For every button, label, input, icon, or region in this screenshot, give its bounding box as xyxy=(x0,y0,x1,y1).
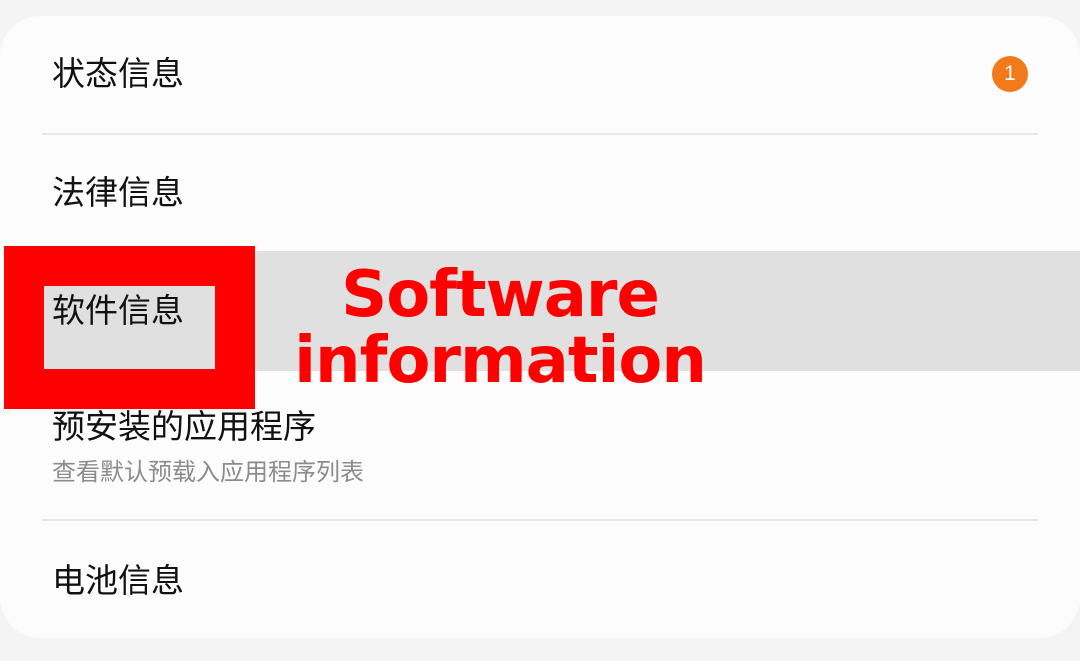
list-item-subtitle: 查看默认预载入应用程序列表 xyxy=(52,458,364,486)
annotation-line-1: Software xyxy=(341,258,660,332)
list-item-title: 电池信息 xyxy=(52,561,184,600)
list-item-legal-info[interactable]: 法律信息 xyxy=(0,135,1080,250)
list-item-status-info[interactable]: 状态信息 1 xyxy=(0,16,1080,134)
list-item-title: 预安装的应用程序 xyxy=(52,407,316,446)
annotation-label: Software information xyxy=(280,262,720,394)
settings-card: 状态信息 1 法律信息 软件信息 Software information 预安… xyxy=(0,16,1080,638)
list-item-title: 软件信息 xyxy=(52,291,184,330)
notification-badge: 1 xyxy=(992,56,1028,92)
list-item-title: 法律信息 xyxy=(52,173,184,212)
list-item-title: 状态信息 xyxy=(52,54,184,93)
list-item-battery-info[interactable]: 电池信息 xyxy=(0,521,1080,638)
list-item-preinstalled-apps[interactable]: 预安装的应用程序 查看默认预载入应用程序列表 xyxy=(0,389,1080,519)
annotation-line-2: information xyxy=(294,324,707,398)
